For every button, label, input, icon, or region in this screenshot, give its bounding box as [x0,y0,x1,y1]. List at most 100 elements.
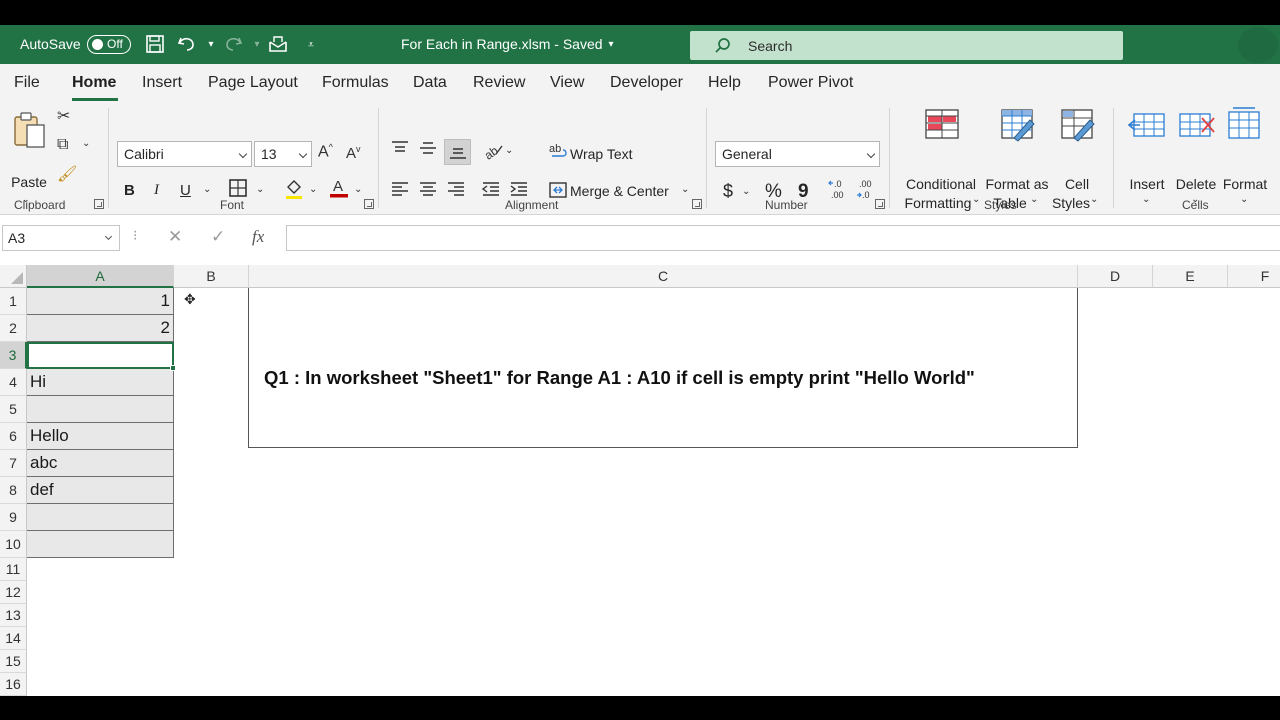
row-header[interactable]: 2 [0,315,27,342]
underline-dropdown-icon[interactable]: ⌄ [203,184,211,195]
confirm-entry-icon[interactable]: ✓ [211,227,225,247]
cell-styles-label-2[interactable]: Styles [1050,194,1092,213]
row-header[interactable]: 14 [0,627,27,650]
increase-font-icon[interactable]: A^ [318,142,333,161]
insert-function-icon[interactable]: fx [252,227,264,247]
cell-a10[interactable] [27,531,174,558]
fill-color-dropdown-icon[interactable]: ⌄ [309,184,317,195]
profile-avatar[interactable] [1238,27,1278,63]
merge-dropdown-icon[interactable]: ⌄ [681,184,689,195]
column-header-b[interactable]: B [174,265,249,288]
row-header[interactable]: 16 [0,673,27,696]
cell-styles-label-1[interactable]: Cell [1056,175,1098,194]
cancel-entry-icon[interactable]: ✕ [168,227,182,247]
more-options-icon[interactable]: ⁝ [133,227,137,244]
conditional-formatting-label-1[interactable]: Conditional [899,175,983,194]
row-header[interactable]: 8 [0,477,27,504]
font-color-icon[interactable]: A [329,176,349,205]
copy-icon[interactable]: ⧉ [57,136,68,154]
middle-align-icon[interactable] [418,140,438,161]
conditional-formatting-icon[interactable] [924,108,960,145]
insert-cells-dropdown-icon[interactable]: ⌄ [1142,194,1150,205]
increase-decimal-icon[interactable]: .0.00 [828,178,850,205]
format-cells-label[interactable]: Format [1222,175,1268,194]
row-header[interactable]: 6 [0,423,27,450]
tab-file[interactable]: File [14,74,40,92]
search-box[interactable]: Search [690,31,1123,60]
conditional-formatting-label-2[interactable]: Formatting [896,194,980,213]
column-header-e[interactable]: E [1153,265,1228,288]
font-size-select[interactable]: 13 [254,141,312,167]
tab-insert[interactable]: Insert [142,74,182,92]
column-header-c[interactable]: C [249,265,1078,288]
cell-a5[interactable] [27,396,174,423]
row-header[interactable]: 7 [0,450,27,477]
select-all-corner[interactable] [0,265,27,288]
row-header[interactable]: 5 [0,396,27,423]
undo-icon[interactable] [176,34,198,56]
cell-a3-active[interactable] [27,342,174,369]
question-textbox[interactable]: Q1 : In worksheet "Sheet1" for Range A1 … [248,288,1078,448]
align-center-icon[interactable] [418,180,438,203]
undo-dropdown-icon[interactable]: ▾ [200,34,222,56]
top-align-icon[interactable] [390,140,410,161]
column-header-d[interactable]: D [1078,265,1153,288]
cell-a6[interactable]: Hello [27,423,174,450]
tab-developer[interactable]: Developer [610,74,683,92]
row-header[interactable]: 10 [0,531,27,558]
align-left-icon[interactable] [390,180,410,203]
row-header[interactable]: 12 [0,581,27,604]
tab-help[interactable]: Help [708,74,741,92]
document-title[interactable]: For Each in Range.xlsm - Saved [401,36,603,52]
orientation-icon[interactable]: ab [482,140,504,165]
insert-cells-icon[interactable] [1127,110,1166,145]
number-launcher-icon[interactable] [875,199,885,209]
cell-styles-icon[interactable] [1060,108,1096,147]
tab-formulas[interactable]: Formulas [322,74,389,92]
name-box[interactable]: A3 [2,225,120,251]
cell-a9[interactable] [27,504,174,531]
bottom-align-icon[interactable] [448,143,468,166]
conditional-dropdown-icon[interactable]: ⌄ [972,194,980,205]
row-header[interactable]: 13 [0,604,27,627]
copy-dropdown-icon[interactable]: ⌄ [82,138,90,149]
row-header[interactable]: 4 [0,369,27,396]
format-cells-dropdown-icon[interactable]: ⌄ [1240,194,1248,205]
font-color-dropdown-icon[interactable]: ⌄ [354,184,362,195]
bold-button[interactable]: B [124,182,135,199]
cell-a1[interactable]: 1 [27,288,174,315]
row-header[interactable]: 11 [0,558,27,581]
currency-button[interactable]: $ [723,181,733,202]
format-table-dropdown-icon[interactable]: ⌄ [1030,194,1038,205]
delete-cells-icon[interactable] [1178,110,1216,145]
format-as-table-label-1[interactable]: Format as [982,175,1052,194]
row-header[interactable]: 15 [0,650,27,673]
open-mail-icon[interactable] [267,34,289,56]
formula-input[interactable] [286,225,1280,251]
number-format-select[interactable]: General [715,141,880,167]
format-cells-icon[interactable] [1227,106,1263,145]
row-header[interactable]: 9 [0,504,27,531]
italic-button[interactable]: I [154,182,159,199]
format-painter-icon[interactable]: 🖌 [57,164,77,184]
cut-icon[interactable]: ✂ [57,106,70,126]
tab-power-pivot[interactable]: Power Pivot [768,74,853,92]
row-header-selected[interactable]: 3 [0,342,27,369]
autosave-toggle[interactable]: Off [87,35,131,54]
fill-color-icon[interactable] [284,178,304,205]
cell-a8[interactable]: def [27,477,174,504]
wrap-text-label[interactable]: Wrap Text [570,146,633,162]
paste-label[interactable]: Paste [10,173,48,192]
font-launcher-icon[interactable] [364,199,374,209]
decrease-indent-icon[interactable] [481,180,501,203]
delete-cells-label[interactable]: Delete [1174,175,1218,194]
cell-a2[interactable]: 2 [27,315,174,342]
wrap-text-icon[interactable]: ab [549,142,569,165]
fill-handle[interactable] [170,365,176,371]
currency-dropdown-icon[interactable]: ⌄ [742,186,750,197]
paste-icon[interactable] [12,110,48,150]
tab-home[interactable]: Home [72,74,116,92]
clipboard-launcher-icon[interactable] [94,199,104,209]
column-header-a[interactable]: A [27,265,174,288]
borders-dropdown-icon[interactable]: ⌄ [256,184,264,195]
